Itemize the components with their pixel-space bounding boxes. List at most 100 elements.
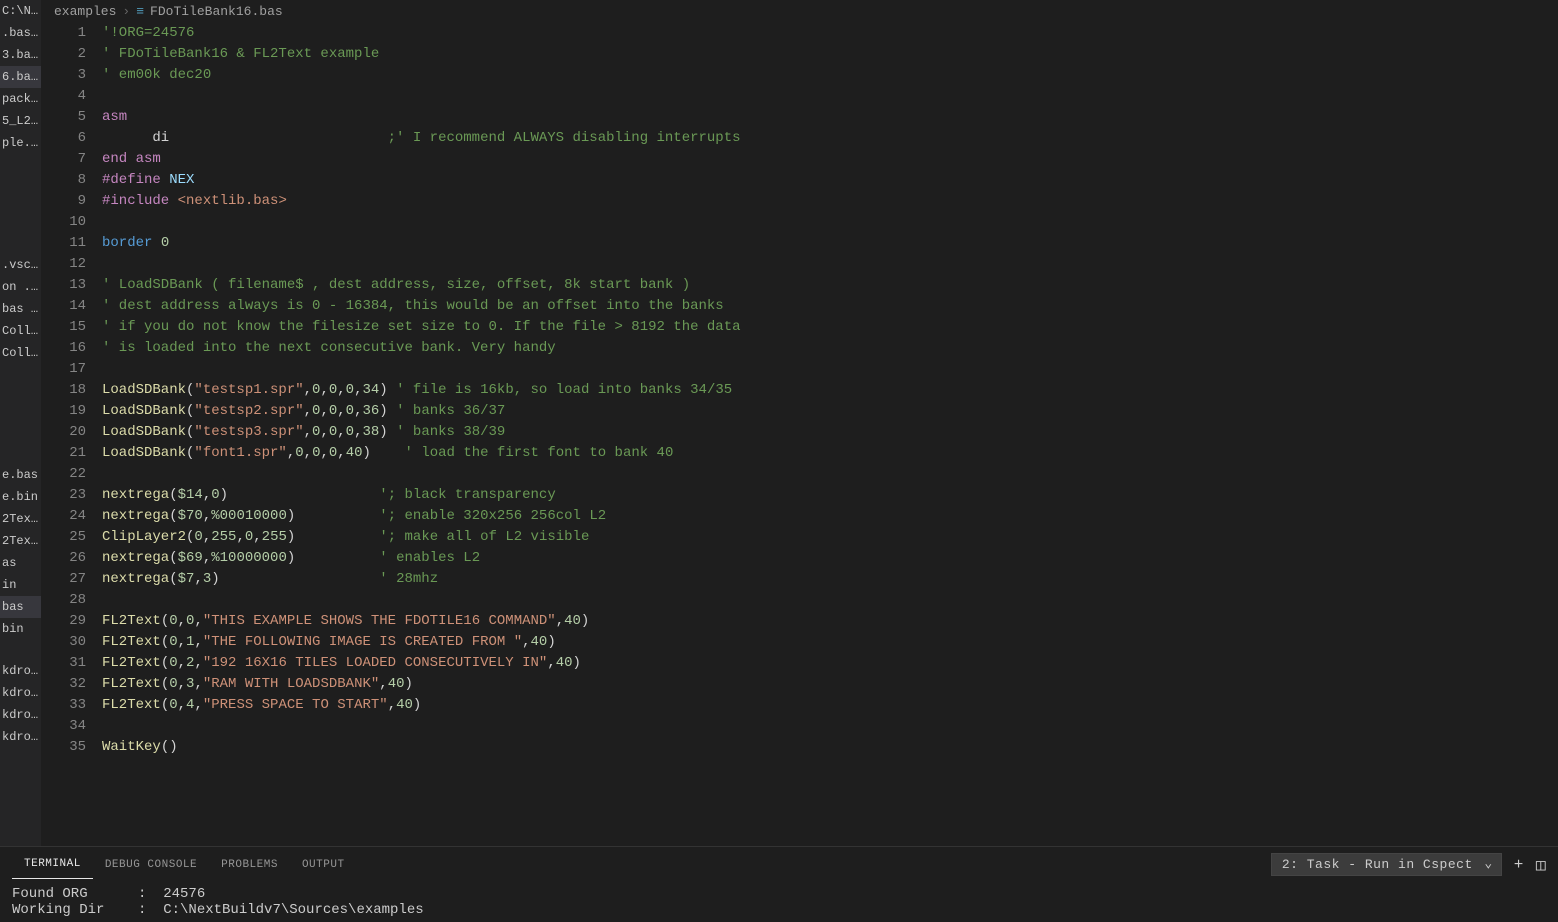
code-line[interactable]: LoadSDBank("font1.spr",0,0,0,40) ' load … — [102, 443, 1558, 464]
terminal-task-selector[interactable]: 2: Task - Run in Cspect — [1271, 853, 1502, 876]
code-line[interactable] — [102, 254, 1558, 275]
line-number: 35 — [42, 737, 86, 758]
code-line[interactable]: #include <nextlib.bas> — [102, 191, 1558, 212]
open-editor-item[interactable]: Collisi... — [0, 320, 41, 342]
line-number: 30 — [42, 632, 86, 653]
code-line[interactable]: LoadSDBank("testsp2.spr",0,0,0,36) ' ban… — [102, 401, 1558, 422]
bottom-panel: TERMINALDEBUG CONSOLEPROBLEMSOUTPUT 2: T… — [0, 846, 1558, 922]
open-editor-item[interactable]: in — [0, 574, 41, 596]
file-icon: ≡ — [136, 4, 144, 19]
open-editor-item[interactable]: .vsco... — [0, 254, 41, 276]
open-editor-item[interactable]: on .v... — [0, 276, 41, 298]
code-line[interactable] — [102, 464, 1558, 485]
code-editor[interactable]: 1234567891011121314151617181920212223242… — [42, 23, 1558, 846]
open-editor-item[interactable]: bas C... — [0, 298, 41, 320]
breadcrumb: examples › ≡ FDoTileBank16.bas — [42, 0, 1558, 23]
line-number: 25 — [42, 527, 86, 548]
line-number: 21 — [42, 443, 86, 464]
line-number: 8 — [42, 170, 86, 191]
line-number: 5 — [42, 107, 86, 128]
code-line[interactable]: di ;' I recommend ALWAYS disabling inter… — [102, 128, 1558, 149]
line-number: 29 — [42, 611, 86, 632]
line-number: 32 — [42, 674, 86, 695]
panel-tab-debug-console[interactable]: DEBUG CONSOLE — [93, 851, 209, 879]
line-number: 24 — [42, 506, 86, 527]
code-line[interactable]: LoadSDBank("testsp1.spr",0,0,0,34) ' fil… — [102, 380, 1558, 401]
open-editor-item[interactable]: .bas... — [0, 22, 41, 44]
open-editor-item[interactable]: 6.ba... — [0, 66, 41, 88]
panel-tabs: TERMINALDEBUG CONSOLEPROBLEMSOUTPUT 2: T… — [0, 847, 1558, 882]
code-line[interactable]: ClipLayer2(0,255,0,255) '; make all of L… — [102, 527, 1558, 548]
code-line[interactable]: nextrega($69,%10000000) ' enables L2 — [102, 548, 1558, 569]
open-editor-item[interactable]: 5_L2T... — [0, 110, 41, 132]
open-editor-item[interactable]: C:\N... — [0, 0, 41, 22]
code-line[interactable]: ' em00k dec20 — [102, 65, 1558, 86]
plus-icon[interactable]: + — [1514, 856, 1524, 874]
terminal-line: Found ORG : 24576 — [12, 886, 1546, 902]
code-line[interactable]: '!ORG=24576 — [102, 23, 1558, 44]
open-editor-item[interactable]: 2Tex... — [0, 530, 41, 552]
open-editor-item[interactable]: kdro... — [0, 660, 41, 682]
line-number: 33 — [42, 695, 86, 716]
open-editor-item[interactable]: Collisi... — [0, 342, 41, 364]
code-line[interactable]: nextrega($7,3) ' 28mhz — [102, 569, 1558, 590]
line-number: 9 — [42, 191, 86, 212]
terminal-output[interactable]: Found ORG : 24576Working Dir : C:\NextBu… — [0, 882, 1558, 922]
line-number: 27 — [42, 569, 86, 590]
code-line[interactable] — [102, 716, 1558, 737]
open-editor-item[interactable]: e.bas — [0, 464, 41, 486]
line-number: 14 — [42, 296, 86, 317]
code-line[interactable]: ' FDoTileBank16 & FL2Text example — [102, 44, 1558, 65]
open-editor-item[interactable]: kdro... — [0, 726, 41, 748]
code-line[interactable] — [102, 212, 1558, 233]
open-editor-item[interactable]: ple.... — [0, 132, 41, 154]
panel-tab-output[interactable]: OUTPUT — [290, 851, 357, 879]
open-editors-sidebar[interactable]: C:\N....bas...3.bas...6.ba...pack...5_L2… — [0, 0, 42, 846]
line-number: 11 — [42, 233, 86, 254]
open-editor-item[interactable]: bas — [0, 596, 41, 618]
code-line[interactable]: border 0 — [102, 233, 1558, 254]
code-line[interactable]: WaitKey() — [102, 737, 1558, 758]
code-line[interactable]: ' dest address always is 0 - 16384, this… — [102, 296, 1558, 317]
line-number: 10 — [42, 212, 86, 233]
line-number: 17 — [42, 359, 86, 380]
code-line[interactable]: FL2Text(0,1,"THE FOLLOWING IMAGE IS CREA… — [102, 632, 1558, 653]
code-line[interactable] — [102, 359, 1558, 380]
code-content[interactable]: '!ORG=24576' FDoTileBank16 & FL2Text exa… — [102, 23, 1558, 846]
breadcrumb-folder[interactable]: examples — [54, 4, 116, 19]
line-number: 34 — [42, 716, 86, 737]
code-line[interactable]: #define NEX — [102, 170, 1558, 191]
open-editor-item[interactable]: e.bin — [0, 486, 41, 508]
code-line[interactable]: ' is loaded into the next consecutive ba… — [102, 338, 1558, 359]
open-editor-item[interactable]: as — [0, 552, 41, 574]
panel-tab-terminal[interactable]: TERMINAL — [12, 850, 93, 879]
open-editor-item[interactable]: 3.bas... — [0, 44, 41, 66]
line-number: 28 — [42, 590, 86, 611]
line-number: 26 — [42, 548, 86, 569]
code-line[interactable] — [102, 590, 1558, 611]
open-editor-item[interactable]: 2Tex... — [0, 508, 41, 530]
code-line[interactable]: ' LoadSDBank ( filename$ , dest address,… — [102, 275, 1558, 296]
code-line[interactable]: nextrega($14,0) '; black transparency — [102, 485, 1558, 506]
open-editor-item[interactable]: pack... — [0, 88, 41, 110]
open-editor-item[interactable]: kdro... — [0, 704, 41, 726]
code-line[interactable]: nextrega($70,%00010000) '; enable 320x25… — [102, 506, 1558, 527]
code-line[interactable]: end asm — [102, 149, 1558, 170]
code-line[interactable]: ' if you do not know the filesize set si… — [102, 317, 1558, 338]
open-editor-item[interactable]: kdro... — [0, 682, 41, 704]
code-line[interactable]: FL2Text(0,3,"RAM WITH LOADSDBANK",40) — [102, 674, 1558, 695]
code-line[interactable]: FL2Text(0,2,"192 16X16 TILES LOADED CONS… — [102, 653, 1558, 674]
line-number: 7 — [42, 149, 86, 170]
code-line[interactable]: FL2Text(0,4,"PRESS SPACE TO START",40) — [102, 695, 1558, 716]
code-line[interactable]: FL2Text(0,0,"THIS EXAMPLE SHOWS THE FDOT… — [102, 611, 1558, 632]
panel-tab-problems[interactable]: PROBLEMS — [209, 851, 290, 879]
split-terminal-icon[interactable]: ◫ — [1536, 855, 1546, 875]
code-line[interactable]: LoadSDBank("testsp3.spr",0,0,0,38) ' ban… — [102, 422, 1558, 443]
line-number: 3 — [42, 65, 86, 86]
code-line[interactable] — [102, 86, 1558, 107]
breadcrumb-file[interactable]: FDoTileBank16.bas — [150, 4, 283, 19]
code-line[interactable]: asm — [102, 107, 1558, 128]
line-number: 12 — [42, 254, 86, 275]
line-number: 6 — [42, 128, 86, 149]
open-editor-item[interactable]: bin — [0, 618, 41, 640]
